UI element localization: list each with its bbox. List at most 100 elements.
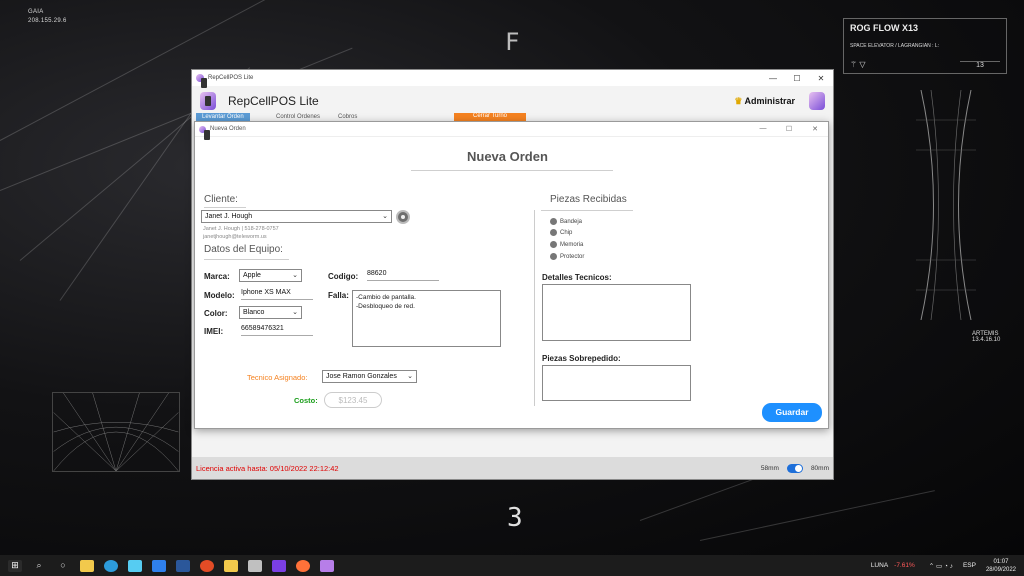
pieza-chip-checkbox[interactable]: Chip xyxy=(550,229,572,236)
pieza-protector-checkbox[interactable]: Protector xyxy=(550,253,584,260)
cliente-divider xyxy=(204,207,246,208)
cliente-value: Janet J. Hough xyxy=(205,213,253,220)
clock-date: 28/09/2022 xyxy=(985,566,1016,573)
cliente-detail-email: janetjhough@teleworm.us xyxy=(203,234,267,240)
pieza-memoria-checkbox[interactable]: Memoria xyxy=(550,241,583,248)
gaia-ip: 208.155.29.6 xyxy=(28,18,67,24)
artemis-version: 13.4.16.10 xyxy=(972,337,1001,343)
task-view-icon[interactable]: ○ xyxy=(56,560,70,572)
word-icon[interactable] xyxy=(176,559,190,572)
falla-line: -Cambio de pantalla. xyxy=(356,294,416,301)
app-icon[interactable] xyxy=(248,559,262,572)
minimize-icon[interactable]: — xyxy=(761,74,785,83)
checkbox-icon xyxy=(550,253,557,260)
pieza-bandeja-checkbox[interactable]: Bandeja xyxy=(550,218,582,225)
app-icon xyxy=(196,74,207,88)
checkbox-icon xyxy=(550,229,557,236)
grid-graphic-icon xyxy=(52,392,180,472)
status-bar: Licencia activa hasta: 05/10/2022 22:12:… xyxy=(192,457,833,479)
crown-icon: ♛ xyxy=(734,95,743,106)
checkbox-icon xyxy=(550,241,557,248)
dialog-title-bar[interactable]: Nueva Orden — ☐ ✕ xyxy=(195,122,828,140)
falla-textarea[interactable]: -Cambio de pantalla. -Desbloqueo de red. xyxy=(352,290,501,347)
app-title: RepCellPOS Lite xyxy=(228,94,319,108)
chevron-down-icon: ⌄ xyxy=(292,272,298,279)
falla-label: Falla: xyxy=(328,291,349,300)
equipo-label: Datos del Equipo: xyxy=(204,244,283,255)
store-icon[interactable] xyxy=(128,559,142,572)
taskbar: ⊞ ⌕ ○ LUNA -7.61% ⌃ ▭ ◔ ♪ ESP 01:07 28/0… xyxy=(0,555,1024,576)
chrome-icon[interactable] xyxy=(200,559,214,572)
language-indicator[interactable]: ESP xyxy=(963,562,976,569)
modelo-input[interactable]: Iphone XS MAX xyxy=(241,289,313,300)
wallpaper-letter: F xyxy=(505,28,520,56)
main-title-bar[interactable]: RepCellPOS Lite — ☐ ✕ xyxy=(192,70,833,88)
file-explorer-icon[interactable] xyxy=(80,559,94,572)
search-icon[interactable]: ⌕ xyxy=(32,560,46,572)
paper-size-toggle[interactable] xyxy=(786,463,803,473)
luna-change: -7.61% xyxy=(894,562,915,569)
chevron-down-icon: ⌄ xyxy=(407,373,413,380)
dialog-maximize-icon[interactable]: ☐ xyxy=(776,125,802,133)
dialog-app-icon xyxy=(199,125,210,140)
rog-widget: ROG FLOW X13 SPACE ELEVATOR / LAGRANGIAN… xyxy=(843,18,1007,74)
marca-label: Marca: xyxy=(204,272,230,281)
checkbox-icon xyxy=(550,218,557,225)
dialog-window-title: Nueva Orden xyxy=(210,126,246,132)
avatar[interactable] xyxy=(809,92,825,110)
sobrepedido-textarea[interactable] xyxy=(542,365,691,401)
system-tray: LUNA -7.61% ⌃ ▭ ◔ ♪ ESP 01:07 28/09/2022 xyxy=(871,558,1024,574)
edge-icon[interactable] xyxy=(104,559,118,572)
firefox-icon[interactable] xyxy=(296,559,310,572)
paper-size-toggle-group: 58mm 80mm xyxy=(760,463,829,473)
visual-studio-icon[interactable] xyxy=(272,559,286,572)
guardar-button[interactable]: Guardar xyxy=(762,403,822,422)
chevron-down-icon: ⌄ xyxy=(382,213,388,220)
cliente-detail-phone: Janet J. Hough | 518-278-0757 xyxy=(203,226,279,232)
dialog-close-icon[interactable]: ✕ xyxy=(802,125,828,133)
clock-time: 01:07 xyxy=(993,558,1009,565)
license-text: Licencia activa hasta: 05/10/2022 22:12:… xyxy=(196,463,339,473)
modelo-label: Modelo: xyxy=(204,291,235,300)
color-value: Blanco xyxy=(243,309,265,316)
heading-divider xyxy=(411,170,613,171)
app-logo-icon xyxy=(200,92,216,110)
codigo-label: Codigo: xyxy=(328,272,359,281)
start-button-icon[interactable]: ⊞ xyxy=(8,559,22,572)
wallpaper-streak xyxy=(59,87,210,301)
gaia-label: GAIA xyxy=(28,9,44,15)
repcellpos-icon[interactable] xyxy=(320,559,334,572)
imei-input[interactable]: 66589476321 xyxy=(241,325,313,336)
python-icon[interactable] xyxy=(224,559,238,572)
clock[interactable]: 01:07 28/09/2022 xyxy=(986,558,1016,574)
wallpaper-streak xyxy=(699,490,935,541)
piezas-divider xyxy=(541,210,633,211)
admin-menu[interactable]: ♛ Administrar xyxy=(734,96,795,107)
tray-icons[interactable]: ⌃ ▭ ◔ ♪ xyxy=(929,562,953,570)
rog-title: ROG FLOW X13 xyxy=(850,23,919,33)
close-icon[interactable]: ✕ xyxy=(809,74,833,83)
dialog-heading: Nueva Orden xyxy=(467,149,548,164)
section-divider xyxy=(534,210,535,406)
piezas-label: Piezas Recibidas xyxy=(550,194,627,205)
pieza-label: Memoria xyxy=(560,241,584,248)
detalles-textarea[interactable] xyxy=(542,284,691,341)
tecnico-label: Tecnico Asignado: xyxy=(247,373,308,382)
artemis-widget: ARTEMIS 13.4.16.10 xyxy=(972,331,1000,343)
color-select[interactable]: Blanco ⌄ xyxy=(239,306,302,319)
equipo-divider xyxy=(204,259,289,260)
cliente-select[interactable]: Janet J. Hough ⌄ xyxy=(201,210,392,223)
nueva-orden-dialog: Nueva Orden — ☐ ✕ Nueva Orden Cliente: J… xyxy=(194,121,829,429)
add-client-button[interactable] xyxy=(396,210,410,224)
falla-line: -Desbloqueo de red. xyxy=(356,303,415,310)
paper-58mm-label: 58mm xyxy=(760,464,779,472)
mail-icon[interactable] xyxy=(152,559,166,572)
dialog-minimize-icon[interactable]: — xyxy=(750,125,776,133)
marca-select[interactable]: Apple ⌄ xyxy=(239,269,302,282)
codigo-input[interactable]: 88620 xyxy=(367,270,439,281)
luna-ticker[interactable]: LUNA xyxy=(871,562,888,569)
tecnico-value: Jose Ramon Gonzales xyxy=(326,373,397,380)
tecnico-select[interactable]: Jose Ramon Gonzales ⌄ xyxy=(322,370,417,383)
costo-input[interactable]: $123.45 xyxy=(324,392,382,408)
maximize-icon[interactable]: ☐ xyxy=(785,74,809,83)
